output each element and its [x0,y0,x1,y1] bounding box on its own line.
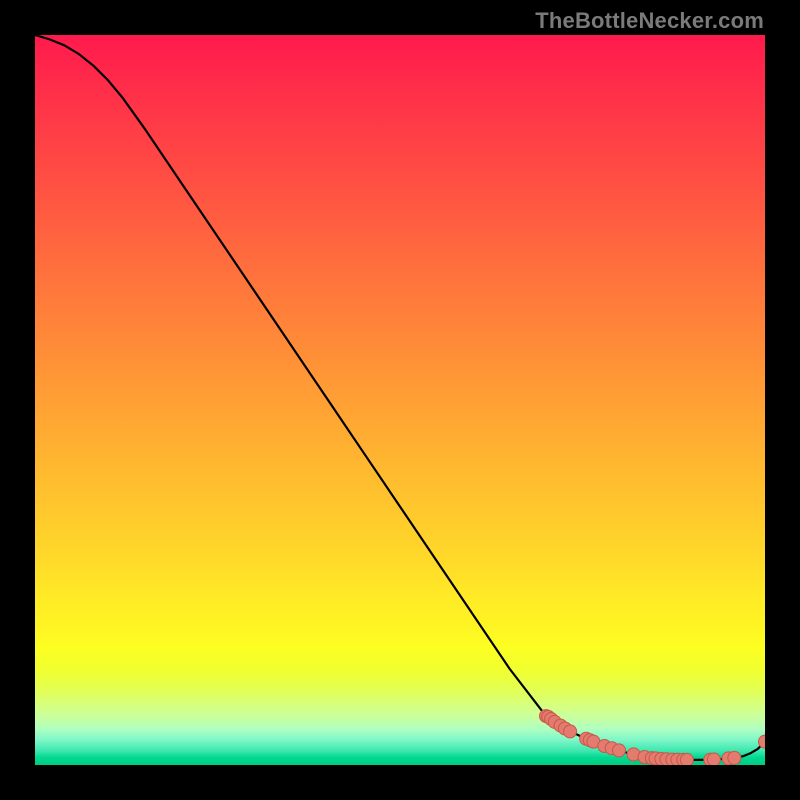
data-points [540,710,766,765]
chart-svg [35,35,765,765]
curve-line [35,35,765,760]
data-point [728,751,741,764]
data-point [680,753,693,765]
data-point [564,725,577,738]
watermark-text: TheBottleNecker.com [535,8,764,34]
data-point [613,744,626,757]
chart-frame: TheBottleNecker.com [0,0,800,800]
data-point [707,753,720,765]
plot-area [35,35,765,765]
